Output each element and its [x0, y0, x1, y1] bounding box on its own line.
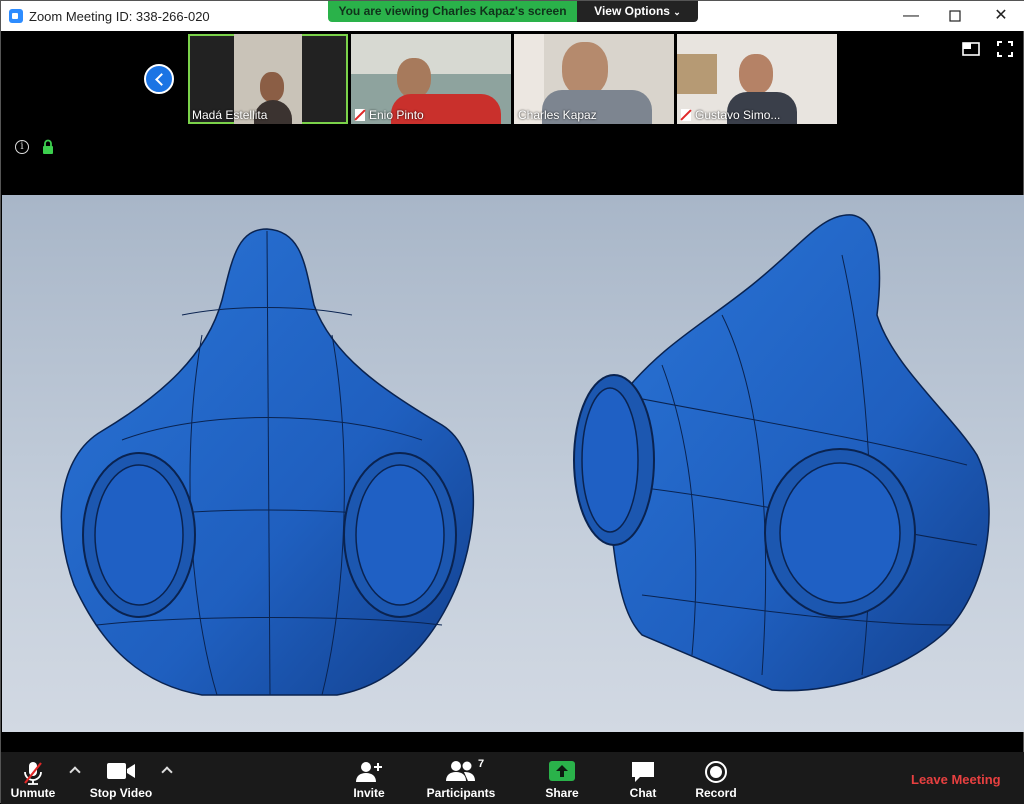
participant-name: Enio Pinto [369, 108, 424, 122]
participant-name: Madá Estellita [192, 108, 268, 122]
view-options-label: View Options [594, 4, 670, 18]
unmute-label: Unmute [10, 786, 56, 800]
invite-button[interactable]: Invite [344, 752, 394, 804]
participants-button[interactable]: Participants [426, 752, 496, 804]
share-label: Share [545, 786, 579, 800]
record-button[interactable]: Record [691, 752, 741, 804]
shared-screen-view [2, 195, 1024, 732]
mask-front-view [60, 228, 475, 696]
chat-button[interactable]: Chat [621, 752, 665, 804]
invite-label: Invite [353, 786, 385, 800]
unmute-button[interactable]: Unmute [5, 752, 61, 804]
view-options-button[interactable]: View Options ⌄ [577, 1, 698, 22]
participants-icon [446, 761, 475, 781]
audio-options-chevron-icon[interactable] [69, 766, 81, 778]
stop-video-button[interactable]: Stop Video [86, 752, 156, 804]
previous-participants-button[interactable] [144, 64, 174, 94]
muted-microphone-icon [24, 762, 42, 785]
maximize-button[interactable] [941, 4, 969, 28]
mask-angled-view [573, 214, 990, 692]
gallery-view-icon[interactable] [962, 41, 980, 57]
maximize-icon [949, 10, 961, 22]
title-bar: Zoom Meeting ID: 338-266-020 You are vie… [1, 1, 1024, 31]
close-button[interactable]: ✕ [987, 4, 1015, 28]
participants-count: 7 [478, 758, 485, 770]
chevron-down-icon: ⌄ [673, 7, 681, 17]
participant-tile[interactable]: Enio Pinto [351, 34, 511, 124]
participant-tile[interactable]: Gustavo Simo... [677, 34, 837, 124]
participant-tile[interactable]: Madá Estellita [188, 34, 348, 124]
participant-name-row: Gustavo Simo... [681, 108, 780, 122]
video-camera-icon [107, 763, 135, 779]
meeting-info-icon[interactable]: i [15, 140, 29, 154]
stop-video-label: Stop Video [89, 786, 153, 800]
participant-name: Charles Kapaz [518, 108, 597, 122]
chat-bubble-icon [632, 762, 654, 782]
leave-meeting-button[interactable]: Leave Meeting [911, 772, 1001, 787]
participant-name: Gustavo Simo... [695, 108, 781, 122]
chat-label: Chat [629, 786, 657, 800]
encryption-lock-icon[interactable] [42, 139, 54, 155]
participant-name-row: Enio Pinto [355, 108, 424, 122]
meeting-toolbar: Unmute Stop Video Invite Participants 7 … [1, 752, 1024, 804]
muted-mic-icon [355, 109, 365, 121]
participants-label: Participants [426, 786, 496, 800]
zoom-logo-icon [9, 9, 23, 23]
fullscreen-icon[interactable] [996, 41, 1014, 57]
share-screen-button[interactable]: Share [539, 752, 585, 804]
minimize-button[interactable]: — [897, 4, 925, 28]
screen-share-banner: You are viewing Charles Kapaz's screen V… [328, 1, 698, 22]
record-label: Record [695, 786, 737, 800]
viewing-screen-text: You are viewing Charles Kapaz's screen [328, 1, 577, 22]
muted-mic-icon [681, 109, 691, 121]
zoom-window: Zoom Meeting ID: 338-266-020 You are vie… [0, 0, 1024, 804]
add-person-icon [356, 762, 382, 782]
record-icon [705, 761, 727, 783]
window-title: Zoom Meeting ID: 338-266-020 [29, 9, 210, 24]
video-options-chevron-icon[interactable] [161, 766, 173, 778]
cad-mask-models [60, 214, 990, 696]
participant-tile[interactable]: Charles Kapaz [514, 34, 674, 124]
share-arrow-icon [549, 761, 575, 781]
